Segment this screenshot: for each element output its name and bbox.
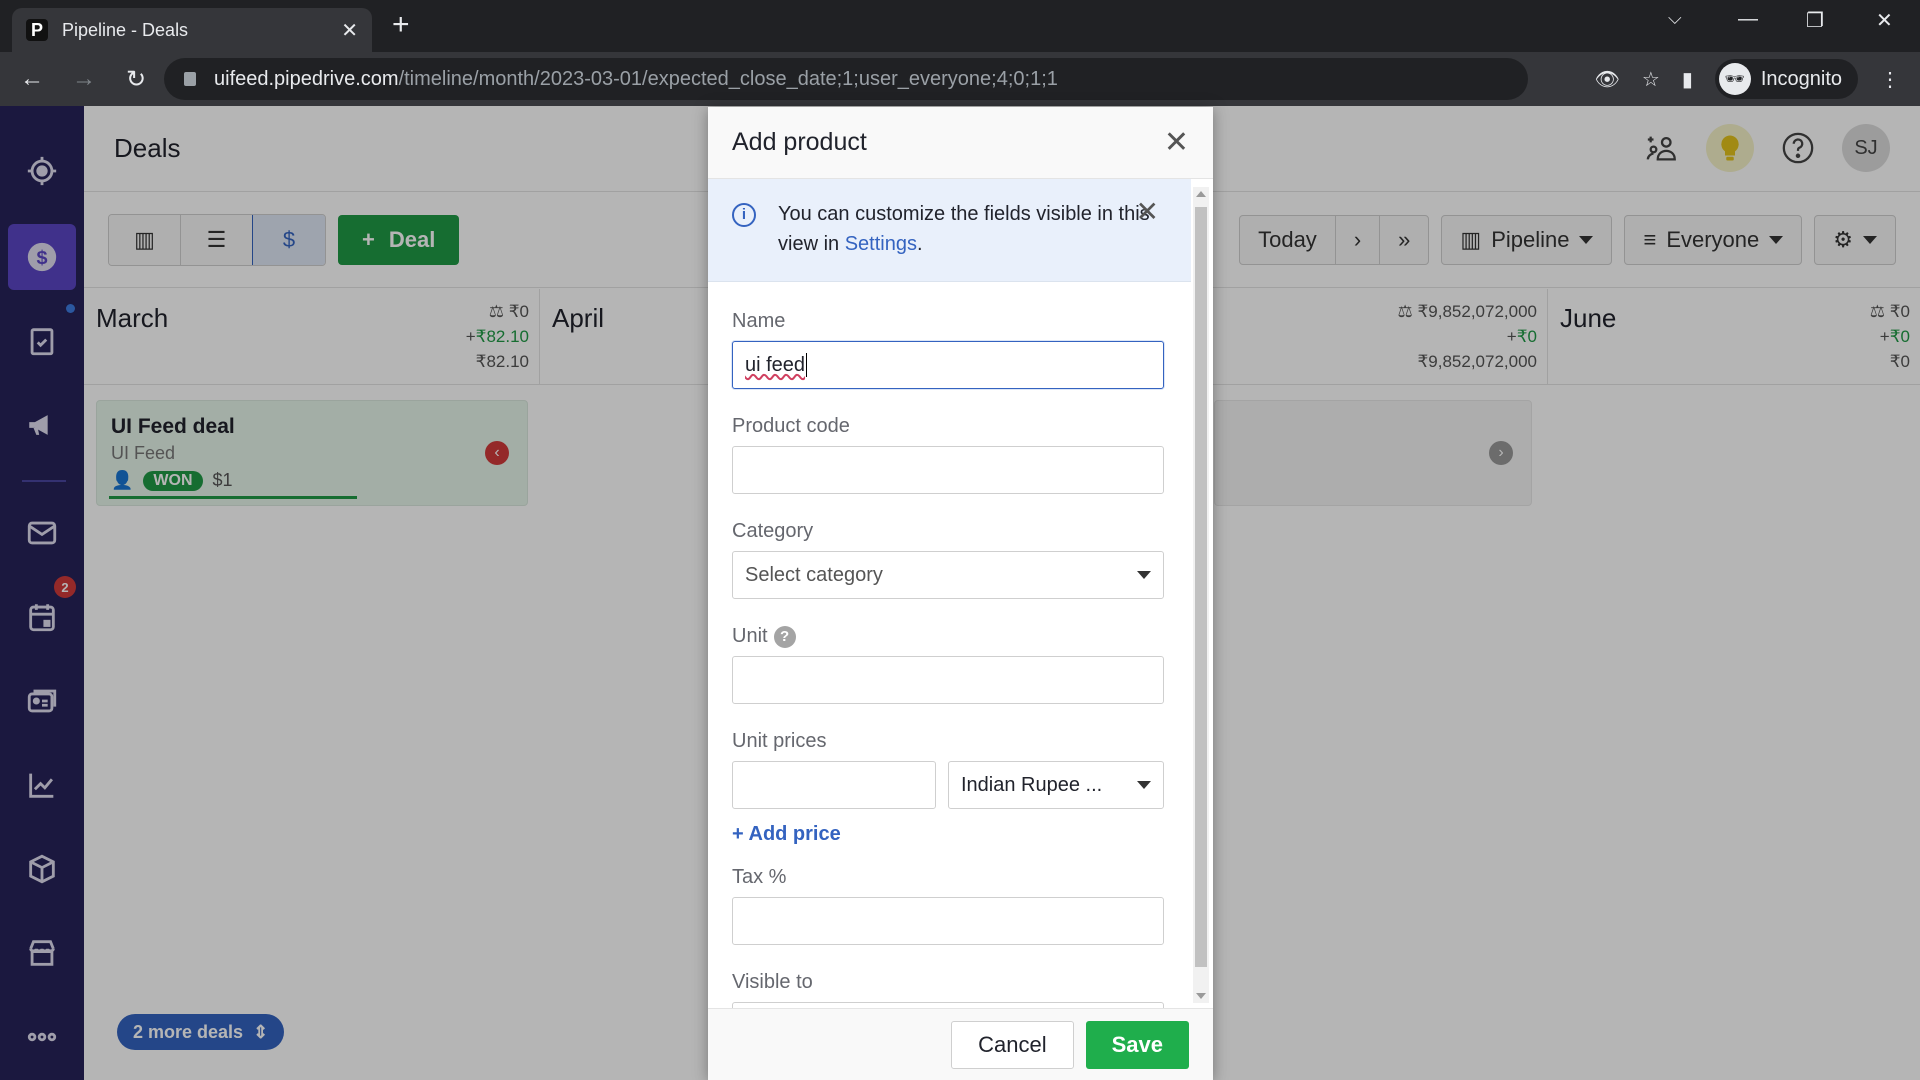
- unit-label-row: Unit ?: [732, 625, 1167, 648]
- modal-footer: Cancel Save: [708, 1008, 1213, 1080]
- product-code-label: Product code: [732, 415, 850, 437]
- info-icon: i: [732, 203, 756, 227]
- browser-tabstrip: P Pipeline - Deals ✕ + ⌵ — ❐ ✕: [0, 0, 1920, 52]
- add-product-modal: Add product ✕ i You can customize the fi…: [708, 107, 1213, 1080]
- currency-value: Indian Rupee ...: [961, 773, 1103, 796]
- add-price-link[interactable]: + Add price: [732, 823, 1167, 846]
- address-bar-row: ← → ↻ uifeed.pipedrive.com /timeline/mon…: [0, 52, 1920, 106]
- cancel-button[interactable]: Cancel: [951, 1020, 1074, 1069]
- unit-prices-label: Unit prices: [732, 730, 827, 752]
- text-cursor: [806, 353, 808, 377]
- name-value: ui feed: [745, 353, 806, 376]
- info-tail: .: [916, 233, 923, 255]
- category-label: Category: [732, 520, 814, 542]
- unit-input[interactable]: [732, 656, 1164, 704]
- tax-label: Tax %: [732, 866, 787, 888]
- new-tab-icon[interactable]: +: [392, 10, 410, 40]
- category-placeholder: Select category: [745, 563, 883, 586]
- url-host: uifeed.pipedrive.com: [214, 67, 399, 90]
- caret-down-icon: [1137, 781, 1151, 789]
- reload-icon[interactable]: ↻: [116, 65, 156, 94]
- forward-icon[interactable]: →: [64, 65, 104, 93]
- close-modal-icon[interactable]: ✕: [1164, 127, 1189, 158]
- tab-title: Pipeline - Deals: [62, 19, 189, 40]
- scroll-up-arrow[interactable]: [1196, 191, 1206, 197]
- unit-label: Unit: [732, 625, 768, 647]
- modal-body: i You can customize the fields visible i…: [708, 179, 1191, 1008]
- category-select[interactable]: Select category: [732, 551, 1164, 599]
- scroll-down-arrow[interactable]: [1196, 993, 1206, 999]
- name-label: Name: [732, 310, 786, 332]
- tab-search-icon[interactable]: ⌵: [1668, 8, 1682, 29]
- name-input[interactable]: ui feed: [732, 341, 1164, 389]
- unit-price-input[interactable]: [732, 761, 936, 809]
- incognito-icon: 🕶: [1718, 63, 1751, 95]
- minimize-icon[interactable]: —: [1738, 8, 1758, 31]
- window-close-icon[interactable]: ✕: [1876, 8, 1893, 33]
- url-path: /timeline/month/2023-03-01/expected_clos…: [398, 67, 1058, 90]
- browser-tab[interactable]: P Pipeline - Deals ✕: [12, 8, 372, 52]
- lock-icon: [184, 72, 196, 86]
- url-bar[interactable]: uifeed.pipedrive.com /timeline/month/202…: [164, 58, 1528, 100]
- visible-to-label: Visible to: [732, 971, 813, 993]
- tab-close-icon[interactable]: ✕: [341, 18, 358, 43]
- dismiss-info-icon[interactable]: ✕: [1136, 197, 1159, 227]
- scrollbar-thumb[interactable]: [1195, 207, 1207, 967]
- side-panel-icon[interactable]: ▮: [1682, 67, 1693, 92]
- info-banner: i You can customize the fields visible i…: [708, 179, 1191, 282]
- restore-icon[interactable]: ❐: [1806, 8, 1824, 33]
- bookmark-star-icon[interactable]: ☆: [1642, 67, 1660, 92]
- help-question-icon[interactable]: ?: [773, 625, 796, 648]
- tax-input[interactable]: [732, 897, 1164, 945]
- back-icon[interactable]: ←: [12, 65, 52, 93]
- currency-select[interactable]: Indian Rupee ...: [948, 761, 1164, 809]
- browser-menu-icon[interactable]: ⋮: [1880, 67, 1900, 92]
- settings-link[interactable]: Settings: [845, 233, 917, 255]
- product-code-input[interactable]: [732, 446, 1164, 494]
- incognito-label: Incognito: [1760, 67, 1842, 90]
- modal-title: Add product: [732, 128, 867, 156]
- save-button[interactable]: Save: [1085, 1020, 1189, 1069]
- pipedrive-favicon: P: [26, 19, 48, 41]
- tracking-off-icon[interactable]: 👁: [1594, 67, 1619, 92]
- incognito-badge[interactable]: 🕶 Incognito: [1714, 59, 1858, 99]
- info-text: You can customize the fields visible in …: [778, 203, 1150, 255]
- modal-scrollbar[interactable]: [1193, 187, 1209, 1003]
- caret-down-icon: [1137, 571, 1151, 579]
